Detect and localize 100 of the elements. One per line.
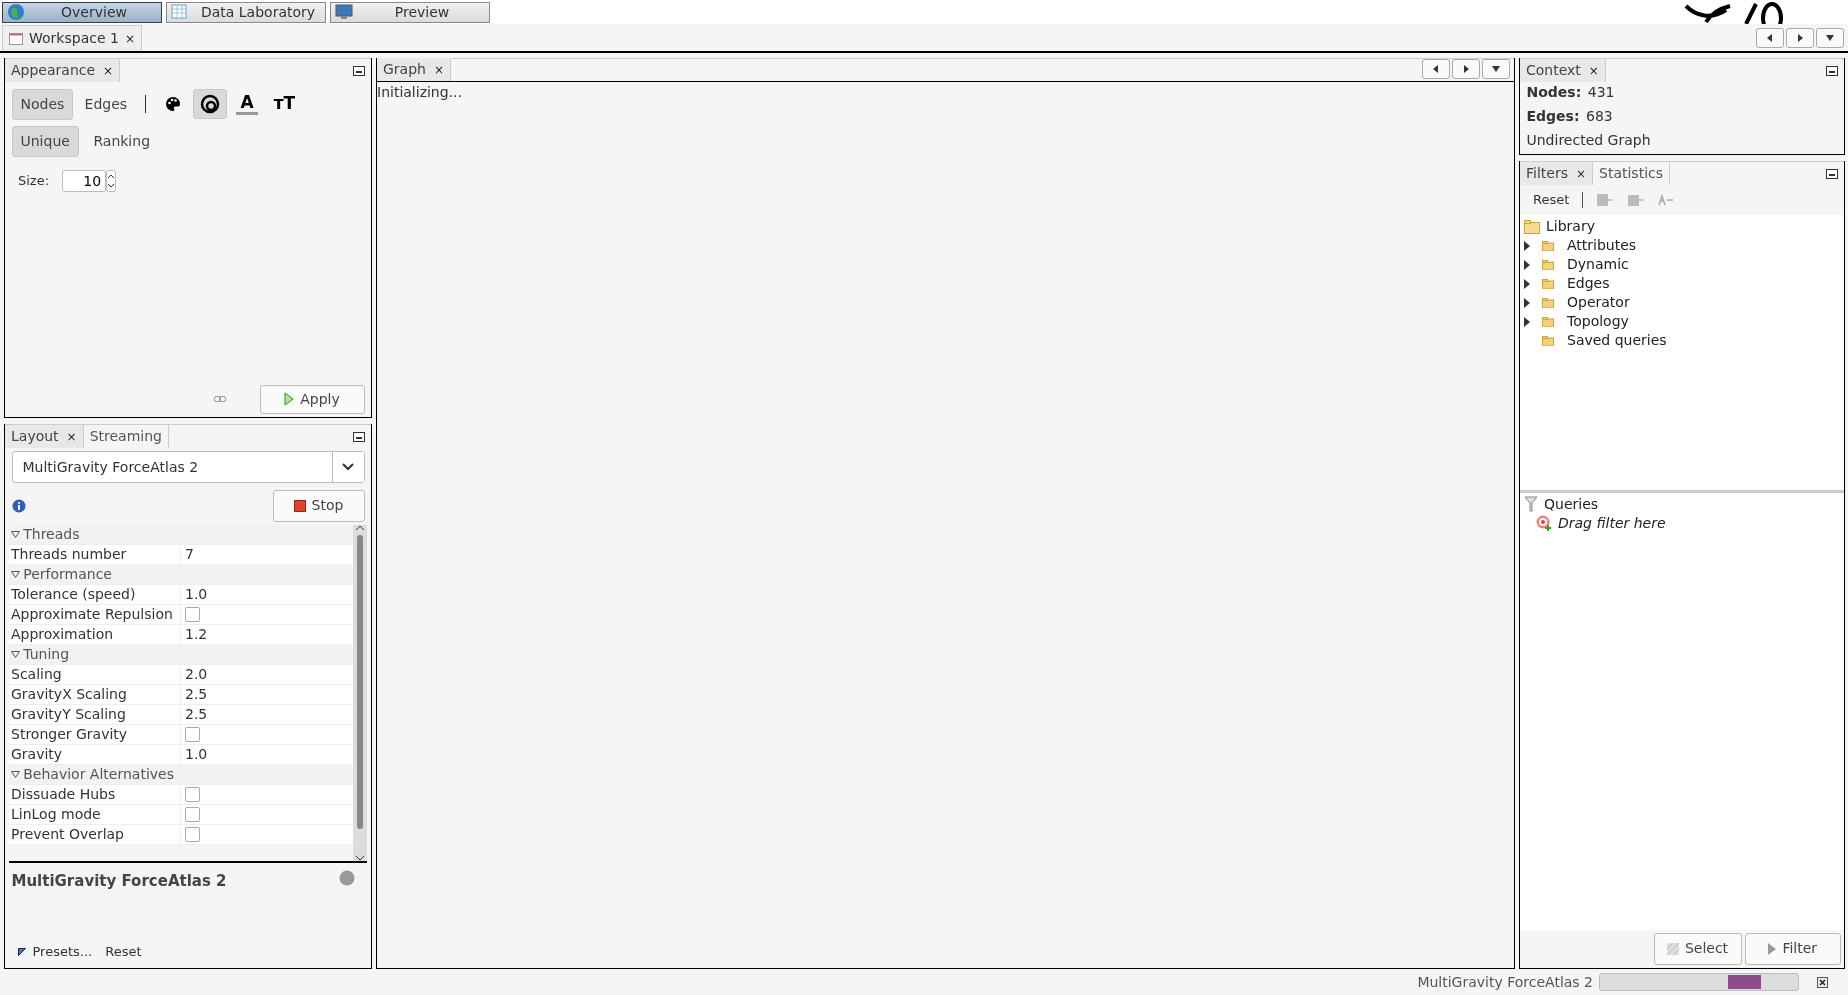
close-button[interactable]: × (1575, 164, 1587, 183)
minimize-icon[interactable] (353, 432, 365, 442)
link-icon (213, 396, 226, 403)
mode-tab[interactable]: Unique (11, 126, 79, 157)
folder-icon (1542, 240, 1554, 251)
panel-tab[interactable]: Graph × (377, 58, 451, 81)
triangle-down-icon (11, 531, 20, 538)
panel-tab[interactable]: Context × (1520, 59, 1606, 82)
category-row[interactable]: Behavior Alternatives (9, 765, 174, 784)
tree-item[interactable]: Edges (1542, 273, 1610, 294)
globe-icon (7, 3, 25, 21)
play-icon (284, 392, 295, 407)
element-tab[interactable]: Nodes (11, 88, 74, 120)
property-label: GravityY Scaling (9, 705, 181, 724)
spinner-arrows-icon (106, 170, 117, 192)
checkbox[interactable] (185, 827, 200, 842)
left-arrow-icon (1765, 33, 1775, 43)
monitor-icon (335, 3, 353, 21)
size-button[interactable] (192, 89, 227, 119)
property-value[interactable]: 2.0 (185, 664, 208, 685)
workspace-tab[interactable]: Workspace 1 × (2, 25, 142, 51)
triangle-down-icon (11, 571, 20, 578)
perspective-tab[interactable]: Overview (2, 1, 162, 23)
close-button[interactable]: × (103, 61, 114, 80)
tree-item[interactable]: Attributes (1542, 235, 1637, 256)
left-arrow-icon (1431, 64, 1441, 74)
algorithm-dropdown[interactable]: MultiGravity ForceAtlas 2 (11, 451, 365, 484)
property-value[interactable]: 2.5 (185, 704, 208, 725)
panel-tab[interactable]: Layout × (5, 425, 84, 448)
tree-item[interactable]: Dynamic (1542, 254, 1629, 275)
corner-arrow-icon (18, 947, 26, 956)
minimize-icon[interactable] (353, 66, 365, 76)
panel-tab[interactable]: Statistics (1593, 162, 1671, 185)
property-value[interactable]: 1.0 (185, 584, 208, 605)
stop-icon (293, 499, 306, 512)
close-button[interactable]: × (124, 29, 135, 48)
panel-tab[interactable]: Streaming (83, 425, 169, 448)
category-row[interactable]: Performance (9, 565, 112, 584)
cancel-icon[interactable] (1817, 976, 1828, 988)
property-label: Stronger Gravity (9, 725, 181, 744)
triangle-down-icon (11, 771, 20, 778)
task-name: MultiGravity ForceAtlas 2 (1417, 972, 1593, 992)
label-size-button[interactable]: ᴛT (267, 89, 302, 119)
funnel-icon (1524, 496, 1538, 512)
dropdown-icon (1825, 33, 1835, 43)
expand-arrow-icon[interactable] (1524, 316, 1530, 327)
navigation-button[interactable] (1482, 59, 1510, 79)
checkbox[interactable] (185, 727, 200, 742)
scrollbar[interactable] (353, 525, 367, 861)
expand-arrow-icon[interactable] (1524, 259, 1530, 270)
document-icon (9, 32, 23, 45)
tree-item[interactable]: Operator (1542, 292, 1630, 313)
expand-arrow-icon[interactable] (1524, 278, 1530, 289)
close-button[interactable]: × (433, 60, 444, 79)
nodes-label: Nodes: (1526, 83, 1582, 102)
tree-item[interactable]: Library (1524, 217, 1840, 236)
reset-button[interactable]: Reset (1533, 190, 1570, 210)
expand-arrow-icon[interactable] (1524, 240, 1530, 251)
label-color-button[interactable]: A (236, 93, 259, 115)
table-icon (171, 3, 189, 21)
size-label: Size: (18, 172, 50, 191)
checkbox[interactable] (185, 787, 200, 802)
element-tab[interactable]: Edges (76, 89, 136, 119)
tree-item[interactable]: Topology (1542, 311, 1629, 332)
close-button[interactable]: × (1588, 61, 1599, 80)
drop-hint: Drag filter here (1558, 513, 1666, 533)
filter-button[interactable]: Filter (1744, 932, 1841, 965)
checkbox[interactable] (185, 807, 200, 822)
hatched-icon (1666, 942, 1679, 955)
navigation-button[interactable] (1816, 28, 1844, 48)
apply-button[interactable]: Apply (259, 384, 365, 414)
expand-arrow-icon[interactable] (1524, 297, 1530, 308)
navigation-button[interactable] (1422, 59, 1450, 79)
palette-icon (164, 96, 181, 112)
presets-button[interactable]: Presets... (18, 942, 93, 962)
checkbox[interactable] (185, 607, 200, 622)
navigation-button[interactable] (1786, 28, 1814, 48)
navigation-button[interactable] (1452, 59, 1480, 79)
category-row[interactable]: Tuning (9, 645, 70, 664)
tree-item[interactable]: Saved queries (1542, 330, 1667, 351)
perspective-tab[interactable]: Data Laboratory (166, 1, 326, 23)
property-value[interactable]: 2.5 (185, 684, 208, 705)
property-value[interactable]: 1.0 (185, 744, 208, 765)
panel-tab[interactable]: Appearance × (5, 59, 121, 82)
scroll-up-icon (355, 525, 365, 531)
property-label: Gravity (9, 745, 181, 764)
stop-button[interactable]: Stop (272, 489, 365, 522)
property-label: Approximation (9, 625, 181, 644)
close-button[interactable]: × (66, 427, 77, 446)
category-row[interactable]: Threads (9, 525, 80, 544)
perspective-tab[interactable]: Preview (330, 1, 490, 23)
mode-tab[interactable]: Ranking (85, 127, 159, 156)
select-button[interactable]: Select (1653, 932, 1742, 965)
minimize-icon[interactable] (1826, 66, 1838, 76)
navigation-button[interactable] (1756, 28, 1784, 48)
panel-tab[interactable]: Filters × (1520, 162, 1594, 185)
minimize-icon[interactable] (1826, 169, 1838, 179)
reset-button[interactable]: Reset (105, 942, 142, 962)
property-value[interactable]: 1.2 (185, 624, 208, 645)
property-value[interactable]: 7 (185, 544, 194, 565)
